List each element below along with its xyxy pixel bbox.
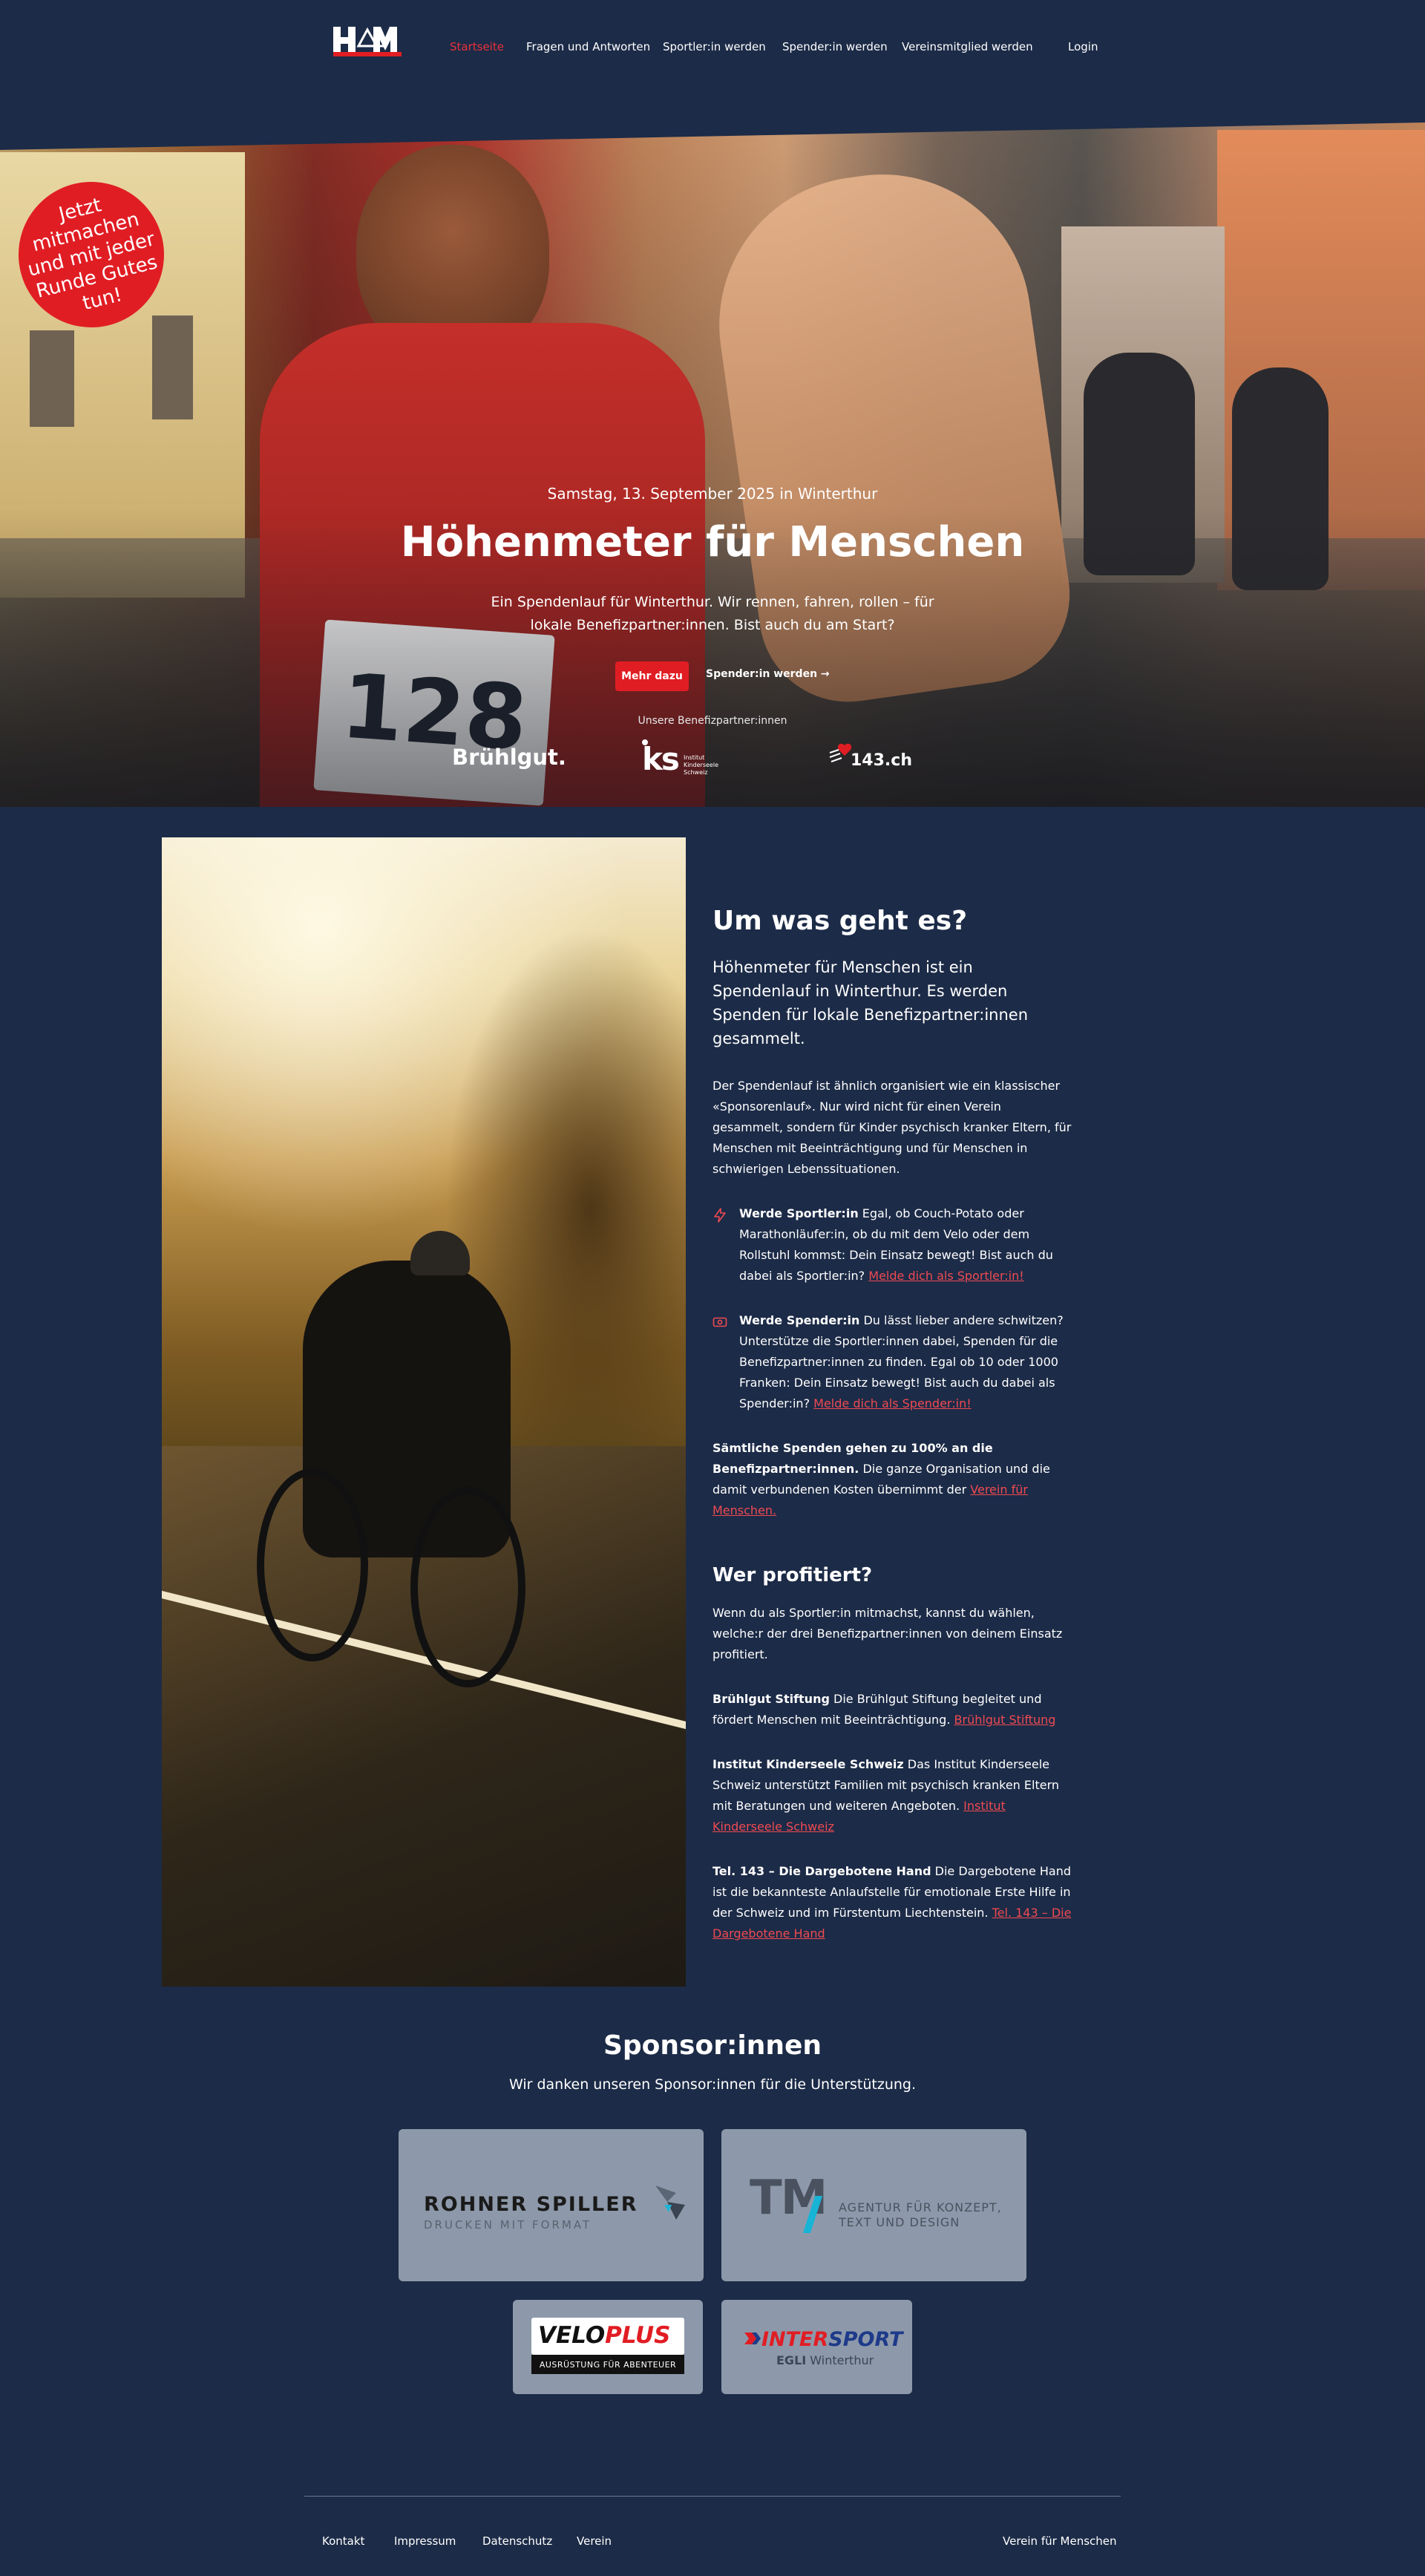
intersport-name-b: SPORT bbox=[828, 2328, 903, 2351]
intersport-name: INTERSPORT bbox=[761, 2328, 902, 2351]
intersport-sub-text: Winterthur bbox=[806, 2353, 874, 2367]
sponsor-veloplus[interactable]: VELOPLUS AUSRÜSTUNG FÜR ABENTEUER bbox=[513, 2300, 703, 2394]
beneficiary-name: Brühlgut Stiftung bbox=[712, 1692, 830, 1706]
intersport-name-a: INTER bbox=[761, 2328, 829, 2351]
donor-signup-link[interactable]: Melde dich als Spender:in! bbox=[813, 1396, 971, 1410]
window bbox=[30, 330, 74, 427]
beneficiaries-title: Wer profitiert? bbox=[712, 1564, 873, 1586]
sponsor-tm-agentur[interactable]: TM AGENTUR FÜR KONZEPT, TEXT UND DESIGN bbox=[721, 2129, 1026, 2281]
site-logo[interactable] bbox=[332, 24, 403, 58]
rohner-tagline: DRUCKEN MIT FORMAT bbox=[424, 2218, 592, 2232]
beneficiary-bruehlgut: Brühlgut Stiftung Die Brühlgut Stiftung … bbox=[712, 1689, 1072, 1730]
nav-login[interactable]: Login bbox=[1068, 40, 1098, 53]
veloplus-name-b: PLUS bbox=[605, 2322, 671, 2349]
hero-image: 128 bbox=[0, 122, 1425, 807]
footer-datenschutz[interactable]: Datenschutz bbox=[482, 2534, 552, 2548]
sponsor-rohner-spiller[interactable]: ROHNER SPILLER DRUCKEN MIT FORMAT bbox=[399, 2129, 704, 2281]
veloplus-name-a: VELO bbox=[538, 2322, 606, 2349]
beneficiary-kinderseele: Institut Kinderseele Schweiz Das Institu… bbox=[712, 1754, 1072, 1837]
site-header: Startseite Fragen und Antworten Sportler… bbox=[0, 0, 1425, 97]
veloplus-name: VELOPLUS bbox=[538, 2322, 670, 2349]
sponsors-title: Sponsor:innen bbox=[603, 2030, 822, 2061]
nav-startseite[interactable]: Startseite bbox=[450, 40, 504, 53]
footer-verein-fuer-menschen[interactable]: Verein für Menschen bbox=[1003, 2534, 1117, 2548]
nav-vereinsmitglied-werden[interactable]: Vereinsmitglied werden bbox=[902, 40, 1033, 53]
donor-feature: Werde Spender:in Du lässt lieber andere … bbox=[712, 1310, 1072, 1414]
footer-divider bbox=[304, 2496, 1121, 2497]
about-lead: Höhenmeter für Menschen ist ein Spendenl… bbox=[712, 958, 1029, 1047]
about-intro: Der Spendenlauf ist ähnlich organisiert … bbox=[712, 1079, 1072, 1176]
lightning-icon bbox=[714, 1208, 726, 1223]
intersport-stripes-icon bbox=[744, 2333, 761, 2344]
kinderseele-text-3: Schweiz bbox=[684, 769, 708, 776]
footer-kontakt[interactable]: Kontakt bbox=[322, 2534, 364, 2548]
nav-spender-werden[interactable]: Spender:in werden bbox=[782, 40, 888, 53]
athlete-feature: Werde Sportler:in Egal, ob Couch-Potato … bbox=[712, 1203, 1072, 1287]
bike-wheel-front bbox=[410, 1487, 525, 1687]
about-section: Um was geht es? Höhenmeter für Menschen … bbox=[712, 906, 1072, 1944]
intersport-sub-bold: EGLI bbox=[776, 2353, 807, 2367]
bruehlgut-logo[interactable]: Brühlgut. bbox=[452, 745, 566, 770]
beneficiary-name: Tel. 143 – Die Dargebotene Hand bbox=[712, 1864, 931, 1878]
heart-phone-icon bbox=[829, 743, 852, 762]
tm-line-1: AGENTUR FÜR KONZEPT, bbox=[839, 2200, 1002, 2214]
money-icon bbox=[712, 1317, 727, 1327]
beneficiary-name: Institut Kinderseele Schweiz bbox=[712, 1757, 904, 1771]
veloplus-tagline: AUSRÜSTUNG FÜR ABENTEUER bbox=[531, 2355, 684, 2374]
sponsor-intersport[interactable]: INTERSPORT EGLI Winterthur bbox=[721, 2300, 912, 2394]
tel143-logo[interactable]: 143.ch bbox=[828, 741, 912, 778]
spender-werden-link[interactable]: Spender:in werden → bbox=[706, 668, 830, 680]
nav-fragen-und-antworten[interactable]: Fragen und Antworten bbox=[526, 40, 650, 53]
kinderseele-text-2: Kinderseele bbox=[684, 762, 718, 768]
tm-line-2: TEXT UND DESIGN bbox=[839, 2215, 960, 2229]
sponsors-subtitle: Wir danken unseren Sponsor:innen für die… bbox=[508, 2076, 917, 2093]
kinderseele-logo[interactable]: ks Institut Kinderseele Schweiz bbox=[642, 739, 718, 779]
kinderseele-mark: ks bbox=[642, 741, 680, 777]
intersport-sub: EGLI Winterthur bbox=[776, 2353, 874, 2367]
hfm-logo-icon bbox=[332, 24, 403, 58]
window bbox=[152, 316, 193, 419]
about-title: Um was geht es? bbox=[712, 906, 968, 936]
bruehlgut-link[interactable]: Brühlgut Stiftung bbox=[954, 1713, 1056, 1727]
rohner-arrow-icon bbox=[655, 2186, 685, 2220]
athlete-title: Werde Sportler:in bbox=[739, 1206, 859, 1220]
donor-title: Werde Spender:in bbox=[739, 1313, 860, 1327]
cyclist-photo bbox=[162, 837, 686, 1987]
footer-verein[interactable]: Verein bbox=[577, 2534, 612, 2548]
nav-sportler-werden[interactable]: Sportler:in werden bbox=[663, 40, 766, 53]
beneficiaries-intro: Wenn du als Sportler:in mitmachst, kanns… bbox=[712, 1606, 1063, 1661]
mehr-dazu-button[interactable]: Mehr dazu bbox=[615, 661, 689, 691]
bike-wheel-rear bbox=[257, 1468, 368, 1661]
tel143-text: 143.ch bbox=[851, 751, 912, 770]
rohner-name: ROHNER SPILLER bbox=[424, 2193, 638, 2216]
athlete-signup-link[interactable]: Melde dich als Sportler:in! bbox=[868, 1269, 1023, 1283]
footer-impressum[interactable]: Impressum bbox=[394, 2534, 456, 2548]
donations-note: Sämtliche Spenden gehen zu 100% an die B… bbox=[712, 1438, 1072, 1521]
kinderseele-text-1: Institut bbox=[684, 754, 705, 761]
beneficiary-tel143: Tel. 143 – Die Dargebotene Hand Die Darg… bbox=[712, 1861, 1072, 1944]
